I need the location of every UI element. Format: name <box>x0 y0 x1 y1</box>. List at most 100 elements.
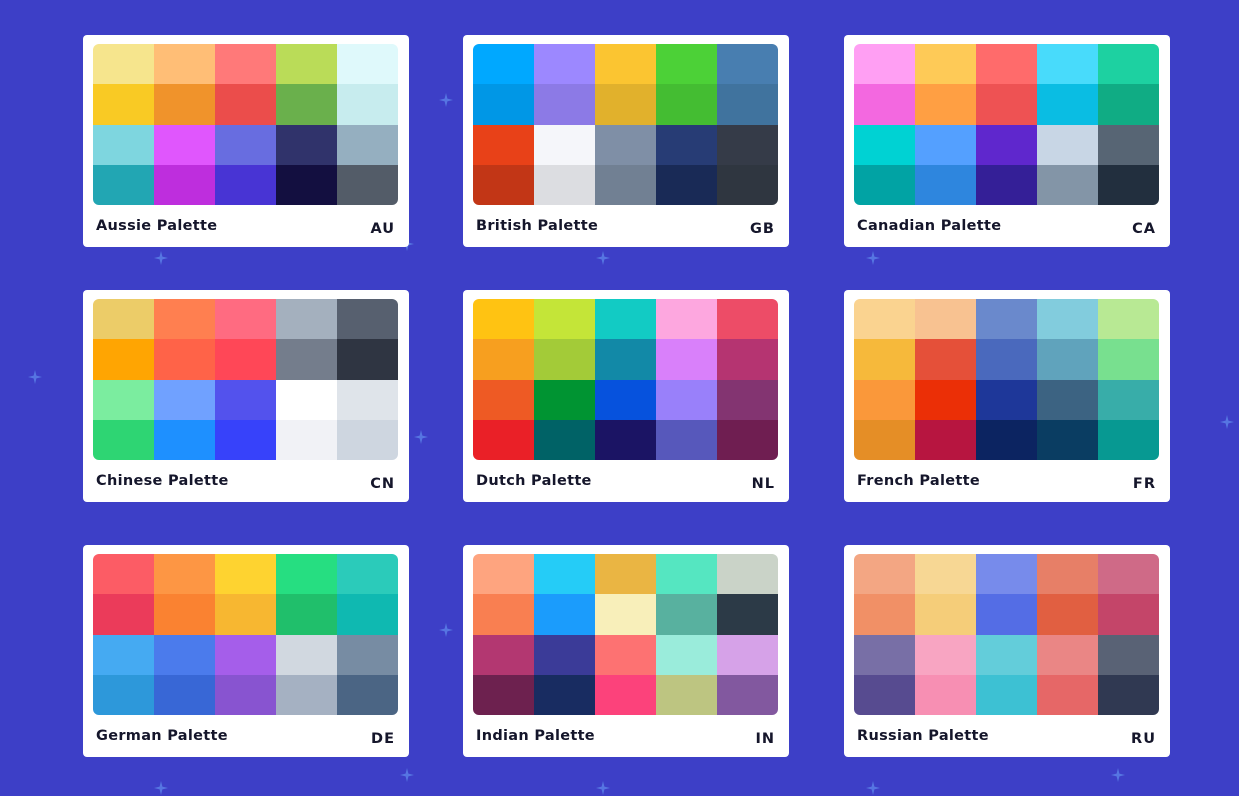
color-swatch[interactable] <box>534 379 595 420</box>
color-swatch[interactable] <box>595 594 656 635</box>
color-swatch[interactable] <box>976 554 1037 595</box>
color-swatch[interactable] <box>93 554 154 595</box>
color-swatch[interactable] <box>93 84 154 125</box>
color-swatch[interactable] <box>854 339 915 380</box>
color-swatch[interactable] <box>534 419 595 460</box>
color-swatch[interactable] <box>656 84 717 125</box>
palette-card-de[interactable]: German Palette DE <box>83 545 409 757</box>
color-swatch[interactable] <box>154 124 215 165</box>
palette-card-in[interactable]: Indian Palette IN <box>463 545 789 757</box>
palette-card-gb[interactable]: British Palette GB <box>463 35 789 247</box>
color-swatch[interactable] <box>595 634 656 675</box>
color-swatch[interactable] <box>1037 419 1098 460</box>
color-swatch[interactable] <box>854 164 915 205</box>
color-swatch[interactable] <box>595 84 656 125</box>
color-swatch[interactable] <box>215 634 276 675</box>
palette-card-cn[interactable]: Chinese Palette CN <box>83 290 409 502</box>
color-swatch[interactable] <box>1037 299 1098 340</box>
color-swatch[interactable] <box>854 419 915 460</box>
color-swatch[interactable] <box>534 594 595 635</box>
color-swatch[interactable] <box>854 84 915 125</box>
color-swatch[interactable] <box>154 379 215 420</box>
color-swatch[interactable] <box>717 339 778 380</box>
color-swatch[interactable] <box>1098 634 1159 675</box>
color-swatch[interactable] <box>595 554 656 595</box>
color-swatch[interactable] <box>976 299 1037 340</box>
color-swatch[interactable] <box>1037 554 1098 595</box>
color-swatch[interactable] <box>93 44 154 85</box>
color-swatch[interactable] <box>276 594 337 635</box>
color-swatch[interactable] <box>717 44 778 85</box>
color-swatch[interactable] <box>656 634 717 675</box>
color-swatch[interactable] <box>595 674 656 715</box>
color-swatch[interactable] <box>595 164 656 205</box>
color-swatch[interactable] <box>93 634 154 675</box>
color-swatch[interactable] <box>215 419 276 460</box>
color-swatch[interactable] <box>337 44 398 85</box>
color-swatch[interactable] <box>915 554 976 595</box>
color-swatch[interactable] <box>154 164 215 205</box>
color-swatch[interactable] <box>656 339 717 380</box>
color-swatch[interactable] <box>1098 674 1159 715</box>
color-swatch[interactable] <box>337 674 398 715</box>
color-swatch[interactable] <box>534 124 595 165</box>
color-swatch[interactable] <box>473 379 534 420</box>
color-swatch[interactable] <box>976 84 1037 125</box>
color-swatch[interactable] <box>337 339 398 380</box>
color-swatch[interactable] <box>473 124 534 165</box>
color-swatch[interactable] <box>337 164 398 205</box>
color-swatch[interactable] <box>534 339 595 380</box>
color-swatch[interactable] <box>717 594 778 635</box>
color-swatch[interactable] <box>854 634 915 675</box>
color-swatch[interactable] <box>915 164 976 205</box>
color-swatch[interactable] <box>976 124 1037 165</box>
color-swatch[interactable] <box>1098 419 1159 460</box>
color-swatch[interactable] <box>276 164 337 205</box>
color-swatch[interactable] <box>215 339 276 380</box>
color-swatch[interactable] <box>1037 674 1098 715</box>
color-swatch[interactable] <box>93 674 154 715</box>
color-swatch[interactable] <box>154 44 215 85</box>
color-swatch[interactable] <box>93 124 154 165</box>
color-swatch[interactable] <box>976 379 1037 420</box>
palette-card-ru[interactable]: Russian Palette RU <box>844 545 1170 757</box>
color-swatch[interactable] <box>337 594 398 635</box>
color-swatch[interactable] <box>215 124 276 165</box>
palette-card-fr[interactable]: French Palette FR <box>844 290 1170 502</box>
color-swatch[interactable] <box>717 299 778 340</box>
color-swatch[interactable] <box>717 84 778 125</box>
color-swatch[interactable] <box>215 299 276 340</box>
color-swatch[interactable] <box>473 44 534 85</box>
color-swatch[interactable] <box>93 339 154 380</box>
color-swatch[interactable] <box>337 299 398 340</box>
color-swatch[interactable] <box>595 44 656 85</box>
color-swatch[interactable] <box>854 674 915 715</box>
color-swatch[interactable] <box>473 594 534 635</box>
color-swatch[interactable] <box>976 594 1037 635</box>
color-swatch[interactable] <box>276 84 337 125</box>
color-swatch[interactable] <box>915 339 976 380</box>
color-swatch[interactable] <box>473 674 534 715</box>
color-swatch[interactable] <box>854 594 915 635</box>
color-swatch[interactable] <box>854 554 915 595</box>
color-swatch[interactable] <box>656 419 717 460</box>
color-swatch[interactable] <box>215 44 276 85</box>
color-swatch[interactable] <box>154 674 215 715</box>
color-swatch[interactable] <box>595 124 656 165</box>
color-swatch[interactable] <box>1037 634 1098 675</box>
color-swatch[interactable] <box>915 419 976 460</box>
color-swatch[interactable] <box>595 379 656 420</box>
color-swatch[interactable] <box>1098 164 1159 205</box>
color-swatch[interactable] <box>656 299 717 340</box>
color-swatch[interactable] <box>854 44 915 85</box>
color-swatch[interactable] <box>154 634 215 675</box>
color-swatch[interactable] <box>276 674 337 715</box>
color-swatch[interactable] <box>337 84 398 125</box>
color-swatch[interactable] <box>215 164 276 205</box>
color-swatch[interactable] <box>276 124 337 165</box>
color-swatch[interactable] <box>1037 339 1098 380</box>
color-swatch[interactable] <box>154 594 215 635</box>
palette-card-au[interactable]: Aussie Palette AU <box>83 35 409 247</box>
color-swatch[interactable] <box>154 339 215 380</box>
color-swatch[interactable] <box>1098 84 1159 125</box>
